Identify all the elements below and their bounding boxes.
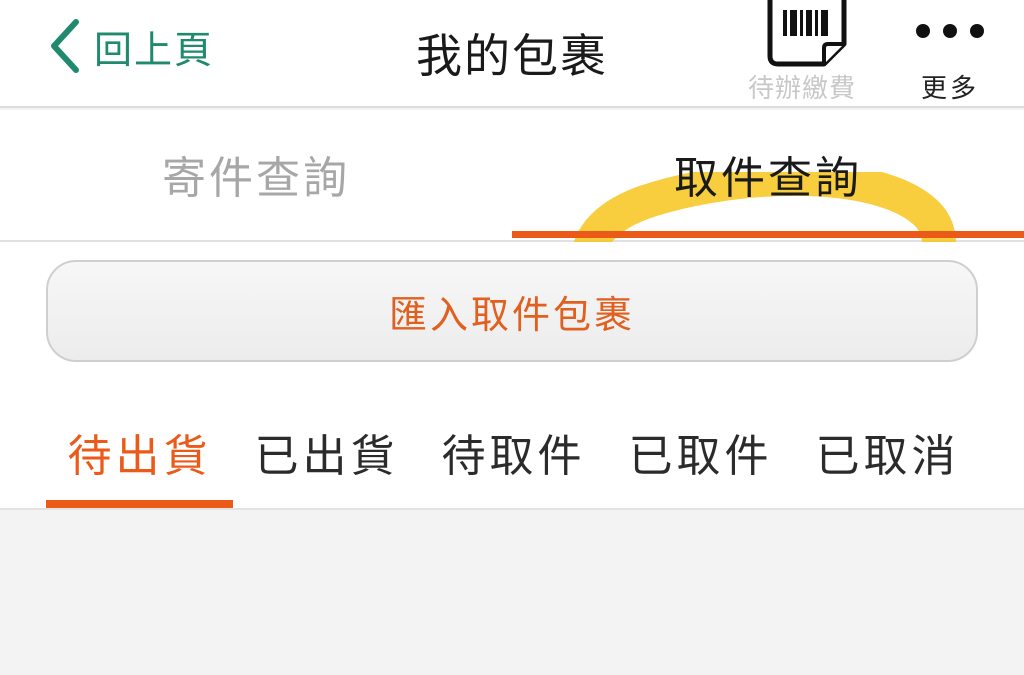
import-section: 匯入取件包裹 <box>0 242 1024 382</box>
import-pickup-package-button[interactable]: 匯入取件包裹 <box>46 260 978 362</box>
query-mode-tabs: 寄件查詢 取件查詢 <box>0 110 1024 356</box>
tab-pending-shipment-label: 待出貨 <box>67 431 212 482</box>
tab-send-query[interactable]: 寄件查詢 <box>0 110 512 240</box>
tab-picked-up[interactable]: 已取件 <box>607 382 794 508</box>
tab-cancelled[interactable]: 已取消 <box>794 382 981 508</box>
pending-payment-label: 待辦繳費 <box>747 74 856 104</box>
active-tab-underline <box>512 231 1024 238</box>
more-label: 更多 <box>920 74 979 104</box>
tab-receive-query-label: 取件查詢 <box>674 153 862 204</box>
tab-shipped-label: 已出貨 <box>254 431 399 482</box>
tab-awaiting-pickup[interactable]: 待取件 <box>420 382 607 508</box>
more-dots-icon <box>916 24 984 40</box>
more-button[interactable]: 更多 <box>908 0 992 104</box>
tab-receive-query[interactable]: 取件查詢 <box>512 110 1024 240</box>
tab-pending-shipment[interactable]: 待出貨 <box>46 382 233 508</box>
barcode-bill-icon <box>767 0 847 67</box>
status-tabs: 待出貨 已出貨 待取件 已取件 已取消 <box>0 382 1024 510</box>
status-active-underline <box>46 500 233 508</box>
pending-payment-button[interactable]: 待辦繳費 <box>742 0 862 104</box>
tab-send-query-label: 寄件查詢 <box>162 153 350 204</box>
top-nav-bar: 回上頁 我的包裹 待辦繳費 更多 <box>0 0 1024 108</box>
tab-shipped[interactable]: 已出貨 <box>233 382 420 508</box>
my-packages-page: 回上頁 我的包裹 待辦繳費 更多 寄件查詢 取件查詢 匯入取件包裹 待出貨 已出… <box>0 0 1024 675</box>
tab-awaiting-pickup-label: 待取件 <box>441 431 586 482</box>
tab-picked-up-label: 已取件 <box>628 431 773 482</box>
package-list-area <box>0 510 1024 675</box>
import-button-label: 匯入取件包裹 <box>388 292 635 337</box>
tab-cancelled-label: 已取消 <box>815 431 960 482</box>
page-title: 我的包裹 <box>416 29 608 83</box>
